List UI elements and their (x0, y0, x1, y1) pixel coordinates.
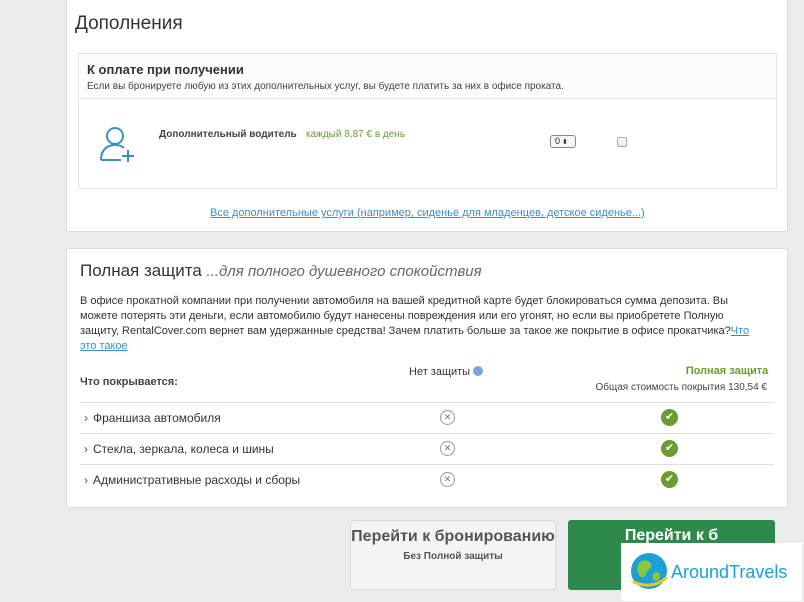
cross-icon: ✕ (440, 410, 455, 425)
coverage-row[interactable]: › Франшиза автомобиля ✕ ✔ (80, 402, 774, 433)
continue-without-protection-button[interactable]: Перейти к бронированию Без Полной защиты (350, 520, 556, 590)
globe-logo-icon (631, 553, 669, 589)
add-user-icon (100, 127, 134, 162)
coverage-row[interactable]: › Административные расходы и сборы ✕ ✔ (80, 464, 774, 495)
protection-title: Полная защита ...для полного душевного с… (80, 261, 482, 281)
watermark-text: AroundTravels (671, 562, 788, 582)
protection-card: Полная защита ...для полного душевного с… (66, 248, 788, 508)
protection-title-text: Полная защита (80, 261, 202, 280)
chevron-right-icon: › (84, 442, 88, 456)
extra-driver-quantity-select[interactable]: 0 ⬍ (550, 135, 576, 148)
coverage-label: Административные расходы и сборы (93, 473, 301, 487)
continue-without-sub: Без Полной защиты (403, 551, 503, 562)
extra-driver-price: каждый 8,87 € в день (306, 129, 406, 140)
addons-title: Дополнения (75, 13, 183, 34)
pay-on-pickup-title: К оплате при получении (87, 62, 244, 77)
watermark: AroundTravels (621, 543, 802, 601)
full-protection-cost: Общая стоимость покрытия 130,54 € (595, 382, 768, 393)
check-icon: ✔ (661, 440, 678, 457)
addons-card: Дополнения К оплате при получении Если в… (66, 0, 788, 232)
continue-with-label: Перейти к б (624, 527, 719, 544)
pay-on-pickup-header: К оплате при получении Если вы бронирует… (79, 54, 776, 99)
stepper-arrows-icon: ⬍ (562, 139, 568, 146)
chevron-right-icon: › (84, 473, 88, 487)
coverage-label: Франшиза автомобиля (93, 411, 221, 425)
extra-driver-label: Дополнительный водитель (159, 129, 297, 140)
info-icon[interactable] (473, 366, 484, 376)
protection-description: В офисе прокатной компании при получении… (80, 294, 760, 354)
cross-icon: ✕ (440, 441, 455, 456)
extra-driver-checkbox[interactable] (617, 137, 627, 147)
cross-icon: ✕ (440, 472, 455, 487)
check-icon: ✔ (661, 409, 678, 426)
coverage-row[interactable]: › Стекла, зеркала, колеса и шины ✕ ✔ (80, 433, 774, 464)
protection-text: В офисе прокатной компании при получении… (80, 295, 731, 337)
continue-without-label: Перейти к бронированию (351, 528, 555, 545)
protection-subtitle: ...для полного душевного спокойствия (206, 263, 482, 280)
coverage-label: Стекла, зеркала, колеса и шины (93, 442, 274, 456)
no-protection-header: Нет защиты (409, 366, 484, 378)
chevron-right-icon: › (84, 411, 88, 425)
pay-on-pickup-description: Если вы бронируете любую из этих дополни… (87, 81, 564, 92)
covers-label: Что покрывается: (80, 376, 178, 388)
check-icon: ✔ (661, 471, 678, 488)
full-protection-header: Полная защита (685, 365, 769, 377)
pay-on-pickup-box: К оплате при получении Если вы бронирует… (78, 53, 777, 189)
all-services-link[interactable]: Все дополнительные услуги (например, сид… (210, 207, 645, 219)
quantity-value: 0 (555, 136, 561, 146)
